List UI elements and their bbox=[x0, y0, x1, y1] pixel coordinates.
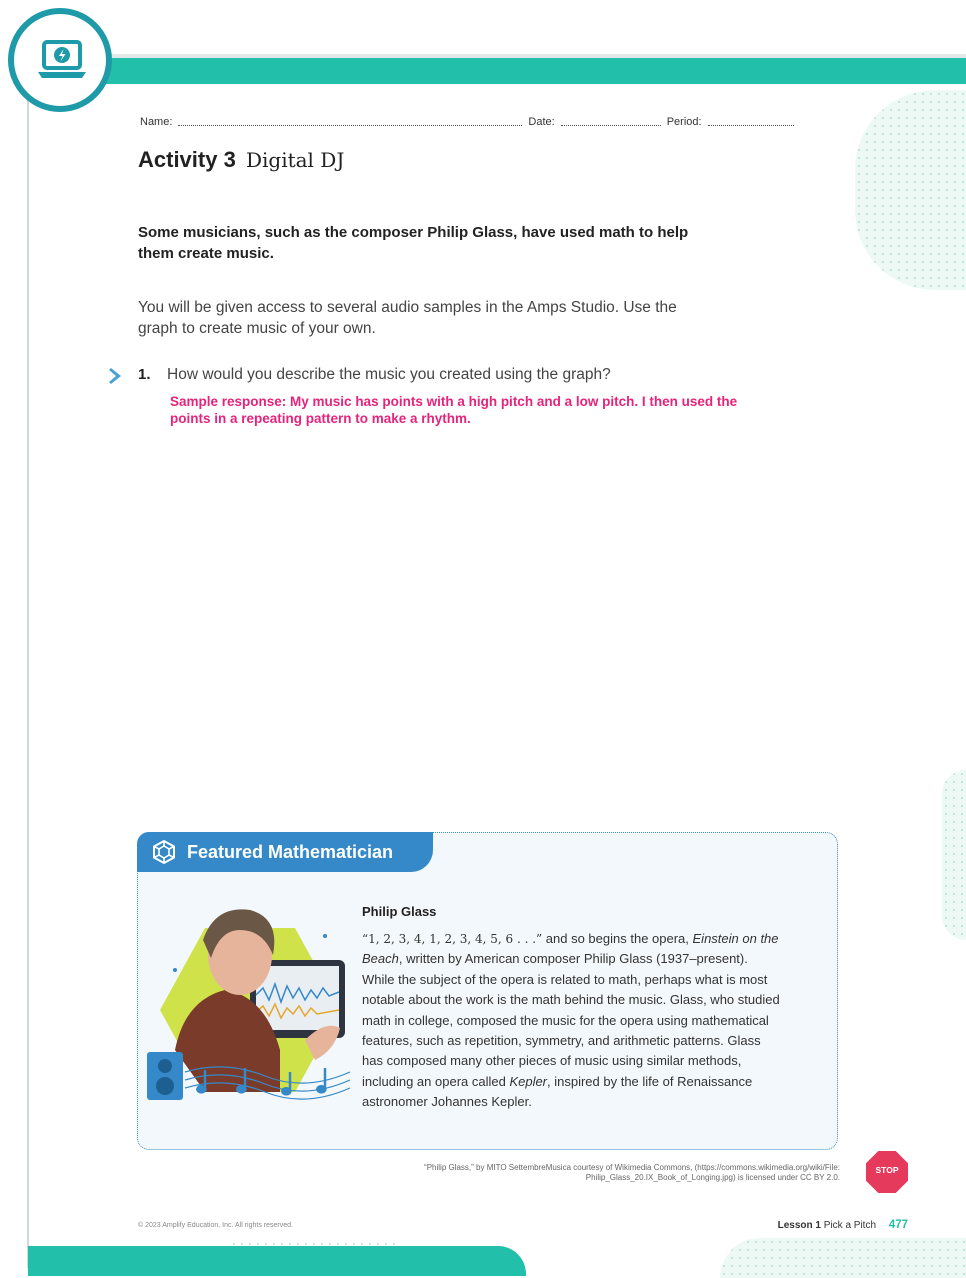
opera-title-kepler: Kepler bbox=[509, 1073, 548, 1089]
intro-bold-text: Some musicians, such as the composer Phi… bbox=[138, 224, 689, 262]
dot-pattern-decoration bbox=[720, 1238, 966, 1278]
page-footer: Lesson 1 Pick a Pitch 477 bbox=[778, 1219, 908, 1231]
image-credit: “Philip Glass,” by MITO SettembreMusica … bbox=[260, 1163, 840, 1183]
bio-text-2: , written by American composer Philip Gl… bbox=[362, 951, 780, 1089]
featured-tab-label: Featured Mathematician bbox=[187, 841, 394, 862]
copyright: © 2023 Amplify Education, Inc. All right… bbox=[138, 1222, 293, 1229]
top-teal-band bbox=[62, 58, 966, 84]
intro-text: You will be given access to several audi… bbox=[138, 299, 677, 337]
activity-number: Activity 3 bbox=[138, 147, 236, 172]
page-number: 477 bbox=[888, 1219, 908, 1231]
date-field[interactable] bbox=[560, 115, 661, 126]
student-info-line: Name: Date: Period: bbox=[140, 112, 835, 128]
name-field[interactable] bbox=[178, 115, 523, 126]
philip-glass-illustration bbox=[147, 909, 351, 1100]
digital-activity-badge bbox=[8, 8, 112, 112]
name-label: Name: bbox=[140, 116, 173, 128]
lesson-label: Lesson 1 bbox=[777, 1220, 821, 1231]
sample-response: Sample response: My music has points wit… bbox=[170, 394, 738, 426]
credit-line-2: Philip_Glass_20.IX_Book_of_Longing.jpg) … bbox=[585, 1173, 840, 1182]
geodesic-sphere-icon bbox=[153, 839, 175, 865]
chevron-right-icon bbox=[109, 368, 121, 384]
dot-pattern-decoration bbox=[855, 90, 966, 290]
dot-pattern-decoration bbox=[942, 770, 966, 940]
laptop-lightning-icon bbox=[38, 40, 86, 78]
bio-text-1: and so begins the opera, bbox=[542, 931, 693, 946]
period-field[interactable] bbox=[707, 115, 794, 126]
lesson-title: Pick a Pitch bbox=[823, 1220, 877, 1231]
featured-mathematician-tab: Featured Mathematician bbox=[137, 832, 433, 872]
question-number: 1. bbox=[138, 366, 151, 383]
activity-title: Activity 3 Digital DJ bbox=[138, 147, 344, 173]
question-text: How would you describe the music you cre… bbox=[167, 366, 611, 383]
stop-label: STOP bbox=[875, 1165, 899, 1175]
mathematician-bio: “1, 2, 3, 4, 1, 2, 3, 4, 5, 6 . . .” and… bbox=[362, 929, 780, 1113]
activity-name: Digital DJ bbox=[245, 148, 345, 172]
date-label: Date: bbox=[528, 116, 555, 128]
period-label: Period: bbox=[666, 116, 702, 128]
bottom-teal-band bbox=[28, 1246, 526, 1276]
left-margin-rule bbox=[27, 60, 29, 1268]
number-sequence: “1, 2, 3, 4, 1, 2, 3, 4, 5, 6 . . .” bbox=[362, 932, 543, 946]
mathematician-name: Philip Glass bbox=[362, 904, 437, 919]
credit-line-1: “Philip Glass,” by MITO SettembreMusica … bbox=[424, 1163, 840, 1172]
